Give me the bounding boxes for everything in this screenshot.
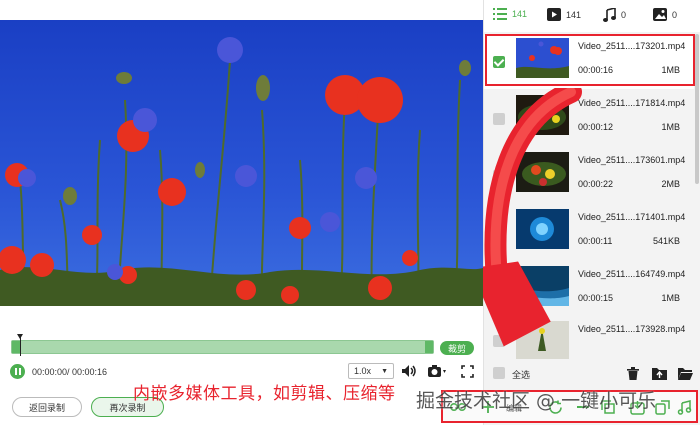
music-icon [603,8,616,22]
tab-all-count: 141 [512,9,528,19]
fullscreen-icon[interactable] [459,363,475,379]
video-preview[interactable] [0,0,483,328]
trim-end-handle[interactable] [425,341,433,353]
pause-icon-bar [18,368,21,375]
file-size: 541KB [652,236,680,246]
time-readout: 00:00:00/ 00:00:16 [32,367,108,377]
speed-select[interactable]: 1.0x ▼ [348,363,394,379]
video-thumbnail [516,152,569,192]
list-item[interactable]: Video_2511....173928.mp4 [484,318,694,362]
video-icon [547,8,561,21]
pause-button[interactable] [10,364,25,379]
file-size: 1MB [661,122,680,132]
tab-image-count: 0 [672,9,678,20]
pause-icon [14,368,17,375]
file-name: Video_2511....173601.mp4 [578,155,686,165]
trash-icon[interactable] [625,366,640,381]
chevron-down-icon: ▼ [381,367,388,375]
folder-open-icon[interactable] [678,366,693,381]
item-checkbox[interactable] [493,113,505,125]
file-name: Video_2511....164749.mp4 [578,269,686,279]
toolbar-highlight [441,390,698,423]
file-name: Video_2511....171401.mp4 [578,212,686,222]
volume-icon[interactable] [401,363,417,379]
video-thumbnail [516,209,569,249]
item-checkbox[interactable] [493,227,505,239]
tab-video[interactable]: 141 [547,8,581,21]
scrollbar[interactable] [695,34,699,184]
camera-icon[interactable] [426,363,448,379]
file-name: Video_2511....171814.mp4 [578,98,686,108]
file-size: 1MB [661,293,680,303]
item-checkbox[interactable] [493,170,505,182]
file-size: 2MB [661,179,680,189]
annotation-caption: 内嵌多媒体工具，如剪辑、压缩等 [133,384,396,404]
item-checkbox[interactable] [493,284,505,296]
selected-item-highlight [485,34,695,86]
list-item[interactable]: Video_2511....171814.mp4 00:00:12 1MB [484,92,694,146]
video-thumbnail [516,95,569,135]
file-duration: 00:00:12 [578,122,614,132]
tab-video-count: 141 [566,9,582,20]
cut-button[interactable]: 裁剪 [440,341,474,355]
file-name: Video_2511....173928.mp4 [578,324,686,334]
speed-value: 1.0x [354,366,372,376]
file-duration: 00:00:22 [578,179,614,189]
tab-all[interactable]: 141 [493,8,527,20]
folder-import-icon[interactable] [652,366,667,381]
back-to-record-button[interactable]: 返回录制 [12,397,82,417]
media-tabs: 141 141 0 0 [484,0,700,32]
video-thumbnail [516,266,569,306]
list-footer: 全选 [484,362,700,386]
list-icon [493,8,507,20]
tab-image[interactable]: 0 [653,8,677,21]
select-all-checkbox[interactable] [493,367,505,379]
playhead[interactable] [17,334,23,356]
trim-start-handle[interactable] [12,341,20,353]
list-item[interactable]: Video_2511....171401.mp4 00:00:11 541KB [484,206,694,260]
video-thumbnail [516,321,569,359]
list-item[interactable]: Video_2511....164749.mp4 00:00:15 1MB [484,263,694,317]
item-checkbox[interactable] [493,335,505,347]
select-all-label: 全选 [512,370,531,380]
list-item[interactable]: Video_2511....173601.mp4 00:00:22 2MB [484,149,694,203]
image-icon [653,8,667,21]
tab-audio[interactable]: 0 [603,8,626,22]
trim-track[interactable] [11,340,434,354]
file-duration: 00:00:15 [578,293,614,303]
file-duration: 00:00:11 [578,236,613,246]
video-frame [0,20,483,306]
tab-audio-count: 0 [621,10,627,20]
timeline[interactable]: 裁剪 [0,328,483,358]
